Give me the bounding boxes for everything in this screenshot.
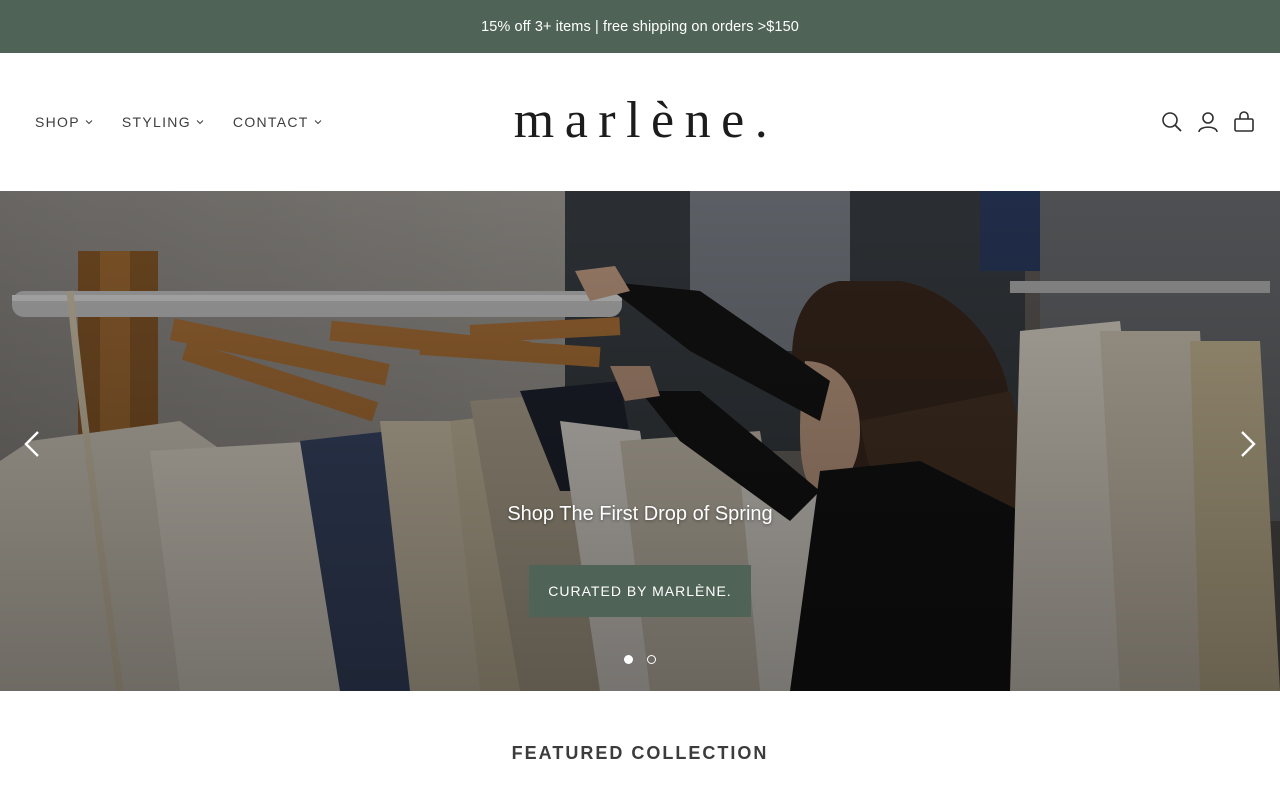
header-actions — [1147, 53, 1255, 191]
section-title: FEATURED COLLECTION — [511, 743, 769, 763]
announcement-bar: 15% off 3+ items | free shipping on orde… — [0, 0, 1280, 53]
featured-collection-section: FEATURED COLLECTION — [0, 691, 1280, 800]
bag-icon[interactable] — [1233, 111, 1255, 133]
hero-cta-button[interactable]: CURATED BY MARLÈNE. — [529, 565, 751, 617]
main-nav: SHOP STYLING CONTACT — [35, 53, 351, 191]
nav-item-contact[interactable]: CONTACT — [233, 114, 322, 130]
nav-item-styling[interactable]: STYLING — [122, 114, 204, 130]
hero-slideshow: Shop The First Drop of Spring CURATED BY… — [0, 191, 1280, 691]
slide-dot-1[interactable] — [624, 655, 633, 664]
nav-item-label: CONTACT — [232, 114, 309, 130]
nav-item-label: SHOP — [35, 114, 80, 130]
announcement-text: 15% off 3+ items | free shipping on orde… — [481, 18, 799, 35]
slide-dot-2[interactable] — [647, 655, 656, 664]
chevron-down-icon — [196, 119, 204, 125]
site-logo[interactable]: marlène. — [480, 81, 800, 161]
nav-item-label: STYLING — [121, 114, 191, 130]
site-header: SHOP STYLING CONTACT marlène. — [0, 53, 1280, 191]
account-icon[interactable] — [1197, 111, 1219, 133]
hero-caption: Shop The First Drop of Spring — [507, 503, 773, 525]
chevron-down-icon — [85, 119, 93, 125]
next-slide-arrow-icon[interactable] — [1236, 428, 1260, 460]
nav-item-shop[interactable]: SHOP — [35, 114, 93, 130]
chevron-down-icon — [314, 119, 322, 125]
search-icon[interactable] — [1161, 111, 1183, 133]
previous-slide-arrow-icon[interactable] — [20, 428, 44, 460]
slide-indicators — [0, 655, 1280, 664]
